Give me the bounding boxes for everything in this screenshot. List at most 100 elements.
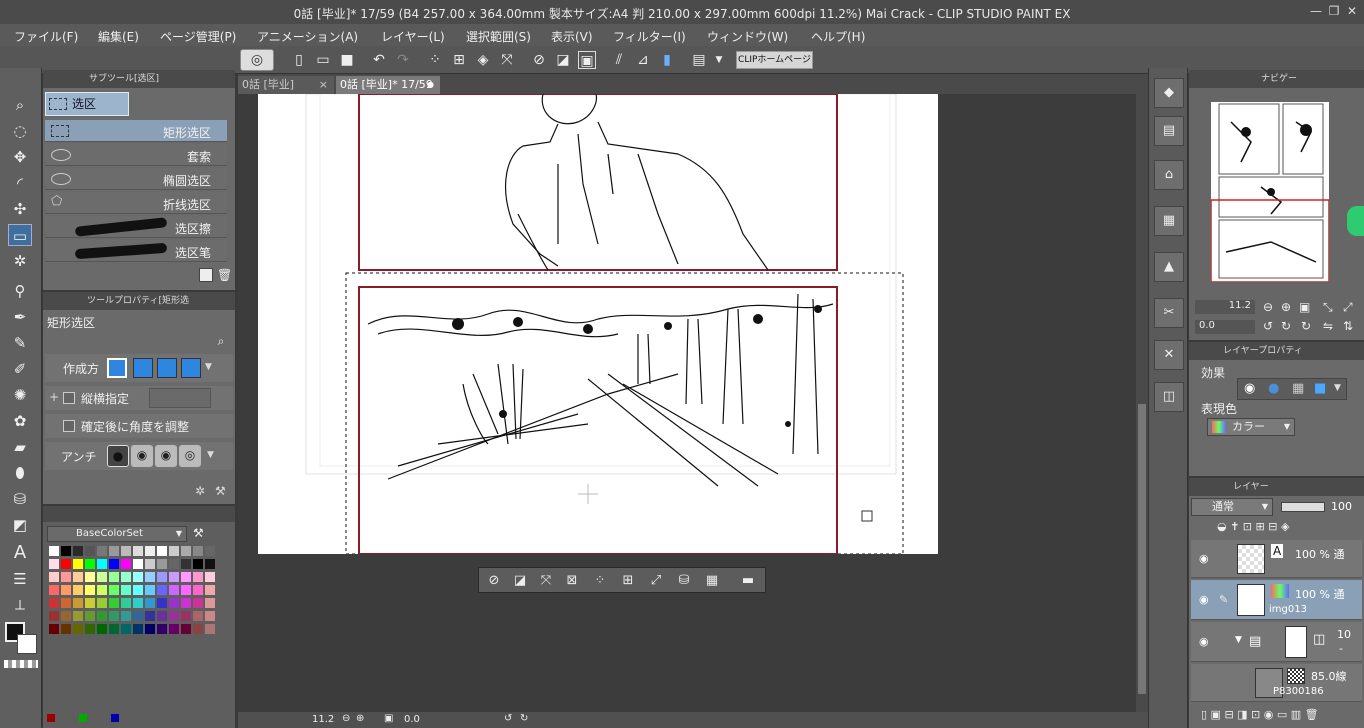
settings-icon[interactable]: ✲ (195, 484, 205, 498)
color-swatch[interactable] (193, 611, 203, 621)
snap-grid-icon[interactable]: ▮ (658, 51, 676, 69)
expand-icon[interactable]: + (49, 390, 59, 404)
color-swatch[interactable] (181, 611, 191, 621)
close-icon[interactable]: × (319, 76, 328, 94)
color-swatch[interactable] (109, 546, 119, 556)
color-swatch[interactable] (145, 585, 155, 595)
layer-folder-row[interactable]: ◉ ▼ ▤ ◫ 10 - (1191, 622, 1362, 662)
material-folder-icon[interactable]: ✕ (1154, 340, 1184, 370)
sub-color-swatch[interactable] (17, 634, 37, 654)
material-folder-icon[interactable]: ⌂ (1154, 160, 1184, 190)
clear-selection-icon[interactable]: ⁘ (426, 51, 444, 69)
color-swatch[interactable] (157, 572, 167, 582)
opacity-value[interactable]: 100 (1331, 500, 1352, 513)
navigator-zoom[interactable]: 11.2 (1195, 300, 1255, 314)
invert-selection-icon[interactable]: ◪ (554, 51, 572, 69)
color-mode-select[interactable]: カラー ▼ (1207, 418, 1295, 436)
color-swatch[interactable] (97, 572, 107, 582)
save-icon[interactable]: ■ (338, 51, 356, 69)
color-swatch[interactable] (169, 559, 179, 569)
color-swatch[interactable] (205, 546, 215, 556)
flip-vertical-icon[interactable]: ⇅ (1343, 319, 1353, 333)
aspect-ratio-select[interactable] (149, 388, 211, 408)
color-swatch[interactable] (109, 572, 119, 582)
search-icon[interactable]: ⌕ (213, 334, 229, 350)
layer-row[interactable]: ◉ A 100 % 通 (1191, 540, 1362, 578)
minimize-button[interactable]: — (1308, 4, 1324, 18)
menu-help[interactable]: ヘルプ(H) (811, 28, 865, 45)
eye-icon[interactable]: ◉ (1199, 552, 1209, 565)
color-history-swatch[interactable] (111, 714, 119, 722)
show-selection-icon[interactable]: ▣ (578, 51, 596, 69)
color-swatch[interactable] (97, 559, 107, 569)
fill-bucket-icon[interactable]: ⛁ (8, 488, 32, 510)
color-swatch[interactable] (97, 585, 107, 595)
blend-icon[interactable]: ⬮ (8, 462, 32, 484)
blend-mode-select[interactable]: 通常 ▼ (1191, 498, 1273, 516)
wrench-icon[interactable]: ⚒ (215, 484, 226, 498)
layer-row-selected[interactable]: ◉ ✎ 100 % 通 img013 (1191, 580, 1362, 620)
color-swatch[interactable] (157, 611, 167, 621)
color-swatch[interactable] (193, 546, 203, 556)
intersect-selection-icon[interactable] (181, 358, 201, 378)
color-swatch[interactable] (145, 572, 155, 582)
menu-filter[interactable]: フィルター(I) (613, 28, 686, 45)
border-effect-icon[interactable]: ◉ (1244, 381, 1255, 396)
quick-access-icon[interactable]: ▤ (690, 51, 708, 69)
color-swatch[interactable] (121, 598, 131, 608)
antialias-strong-button[interactable]: ◎ (179, 445, 201, 467)
material-folder-icon[interactable]: ▲ (1154, 252, 1184, 282)
color-swatch[interactable] (85, 559, 95, 569)
redo-icon[interactable]: ↷ (394, 51, 412, 69)
rotate-left-icon[interactable]: ↺ (504, 713, 512, 724)
aspect-checkbox[interactable] (63, 392, 75, 404)
eraser-icon[interactable]: ▰ (8, 436, 32, 458)
color-swatch[interactable] (121, 611, 131, 621)
color-swatch[interactable] (49, 559, 59, 569)
auto-select-icon[interactable]: ✲ (8, 250, 32, 272)
color-swatch[interactable] (73, 624, 83, 634)
color-swatch[interactable] (193, 598, 203, 608)
color-swatch[interactable] (61, 546, 71, 556)
color-swatch[interactable] (181, 598, 191, 608)
reset-rotate-icon[interactable]: ↻ (1301, 319, 1311, 333)
tone-effect-icon[interactable]: ● (1268, 381, 1279, 396)
color-swatch[interactable] (49, 598, 59, 608)
antialias-none-button[interactable]: ● (107, 445, 129, 467)
color-swatch[interactable] (193, 624, 203, 634)
actual-size-icon[interactable]: ▣ (1299, 300, 1310, 314)
subtool-item[interactable]: ⬠ 折线选区 (45, 192, 227, 214)
zoom-in-icon[interactable]: ⊕ (356, 713, 364, 724)
color-swatch[interactable] (109, 611, 119, 621)
chevron-down-icon[interactable]: ▼ (710, 51, 728, 69)
deselect-icon[interactable]: ⊘ (485, 572, 503, 590)
color-swatch[interactable] (133, 572, 143, 582)
color-set-select[interactable]: BaseColorSet ▼ (47, 526, 187, 542)
new-file-icon[interactable]: ▯ (290, 51, 308, 69)
color-swatch[interactable] (49, 572, 59, 582)
color-swatch[interactable] (121, 546, 131, 556)
color-swatch[interactable] (121, 624, 131, 634)
color-swatch[interactable] (61, 624, 71, 634)
color-swatch[interactable] (73, 572, 83, 582)
color-swatch[interactable] (193, 585, 203, 595)
layer-color-icon[interactable]: ■ (1314, 381, 1326, 396)
color-swatch[interactable] (205, 598, 215, 608)
color-swatch[interactable] (181, 546, 191, 556)
color-swatch[interactable] (61, 559, 71, 569)
antialias-weak-button[interactable]: ◉ (131, 445, 153, 467)
layer-move-icon[interactable]: ✣ (8, 198, 32, 220)
color-swatch[interactable] (73, 546, 83, 556)
color-swatch[interactable] (121, 559, 131, 569)
menu-window[interactable]: ウィンドウ(W) (707, 28, 788, 45)
settings-bar-icon[interactable]: ▬ (739, 572, 757, 590)
color-swatch[interactable] (73, 598, 83, 608)
chevron-down-icon[interactable]: ▼ (1334, 383, 1341, 393)
color-swatch[interactable] (193, 559, 203, 569)
transform-icon[interactable]: ⤢ (647, 572, 665, 590)
pen-icon[interactable]: ✒ (8, 306, 32, 328)
eye-icon[interactable]: ◉ (1199, 593, 1209, 606)
menu-file[interactable]: ファイル(F) (14, 28, 78, 45)
color-swatch[interactable] (145, 624, 155, 634)
color-swatch[interactable] (157, 598, 167, 608)
